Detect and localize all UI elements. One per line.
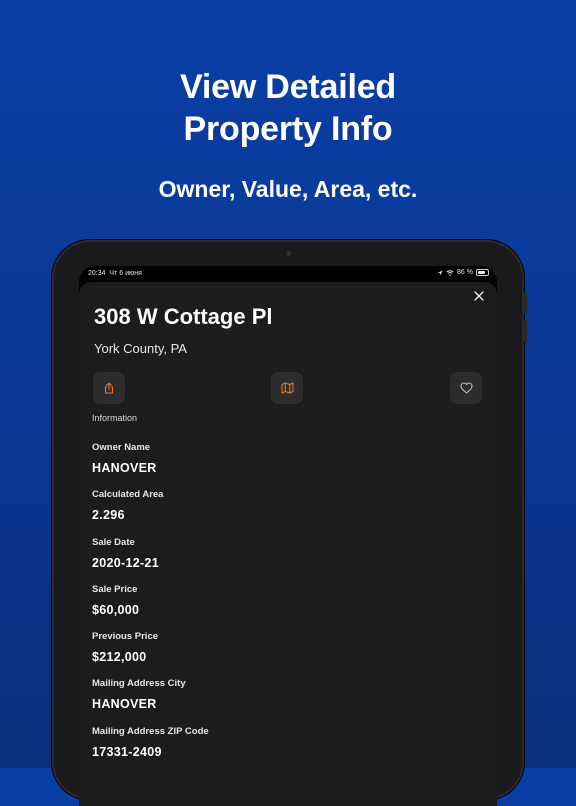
heart-icon [459, 382, 473, 394]
information-section-label: Information [92, 413, 138, 423]
field-mailing-city: Mailing Address City HANOVER [92, 678, 484, 725]
field-label: Calculated Area [92, 489, 164, 501]
property-address: 308 W Cottage Pl [94, 304, 273, 329]
share-button[interactable] [93, 372, 125, 404]
field-label: Mailing Address City [92, 678, 186, 690]
info-fields-list: Owner Name HANOVER Calculated Area 2.296… [92, 442, 484, 773]
camera-dot [286, 251, 291, 256]
field-owner-name: Owner Name HANOVER [92, 442, 484, 489]
battery-percent: 86 % [457, 269, 473, 276]
field-value: 17331-2409 [92, 744, 162, 759]
favorite-button[interactable] [450, 372, 482, 404]
field-value: $60,000 [92, 602, 140, 617]
field-calculated-area: Calculated Area 2.296 [92, 489, 484, 536]
field-value: $212,000 [92, 650, 147, 665]
promo-subheadline: Owner, Value, Area, etc. [158, 176, 418, 202]
field-value: 2.296 [92, 508, 125, 523]
field-label: Mailing Address ZIP Code [92, 725, 209, 737]
field-label: Owner Name [92, 442, 151, 453]
promo-headline-line1: View Detailed [180, 68, 396, 106]
property-county: York County, PA [94, 341, 187, 356]
share-icon [104, 382, 114, 394]
field-value: 2020-12-21 [92, 555, 159, 570]
volume-down-button [524, 320, 527, 342]
field-label: Sale Date [92, 536, 135, 548]
promo-headline: View Detailed Property Info [0, 66, 576, 150]
volume-up-button [524, 292, 527, 314]
field-previous-price: Previous Price $212,000 [92, 631, 484, 678]
promo-headline-line2: Property Info [183, 110, 393, 148]
status-right: 86 % [437, 269, 489, 276]
field-value: HANOVER [92, 697, 157, 712]
wifi-icon [446, 269, 454, 276]
battery-icon [476, 269, 489, 276]
field-label: Sale Price [92, 583, 138, 595]
field-label: Previous Price [92, 631, 159, 643]
field-mailing-zip: Mailing Address ZIP Code 17331-2409 [92, 726, 484, 773]
field-sale-price: Sale Price $60,000 [92, 584, 484, 631]
close-button[interactable] [471, 288, 487, 304]
location-icon [437, 270, 443, 275]
status-bar: 20:34 Чт 6 июня 86 % [79, 266, 497, 282]
tablet-frame: 20:34 Чт 6 июня 86 % 308 W Cottage Pl Yo… [52, 240, 527, 806]
map-icon [280, 382, 294, 394]
close-icon [474, 291, 484, 301]
device-screen: 20:34 Чт 6 июня 86 % 308 W Cottage Pl Yo… [79, 266, 497, 806]
status-time: 20:34 Чт 6 июня [88, 270, 142, 277]
field-sale-date: Sale Date 2020-12-21 [92, 537, 484, 584]
property-sheet: 308 W Cottage Pl York County, PA Informa… [79, 282, 497, 806]
field-value: HANOVER [92, 461, 157, 475]
map-button[interactable] [271, 372, 303, 404]
